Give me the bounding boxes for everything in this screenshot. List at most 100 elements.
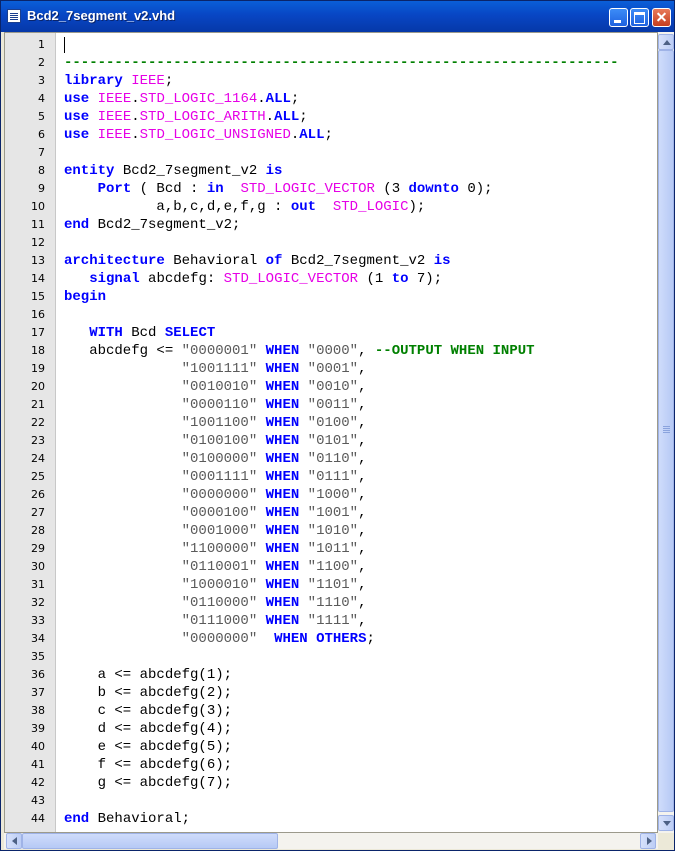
line-number: 6 [38, 128, 45, 141]
line-number: 27 [31, 506, 45, 519]
code-line[interactable]: "0000000" WHEN OTHERS; [64, 630, 657, 648]
scrollbar-corner [658, 833, 674, 849]
line-number: 32 [31, 596, 45, 609]
code-line[interactable] [64, 36, 657, 54]
code-line[interactable] [64, 234, 657, 252]
code-line[interactable]: g <= abcdefg(7); [64, 774, 657, 792]
minimize-button[interactable] [609, 8, 628, 27]
code-token: , [358, 523, 367, 539]
code-line[interactable] [64, 144, 657, 162]
maximize-button[interactable] [630, 8, 649, 27]
code-line[interactable]: begin [64, 288, 657, 306]
code-line[interactable]: use IEEE.STD_LOGIC_UNSIGNED.ALL; [64, 126, 657, 144]
code-line[interactable]: "1100000" WHEN "1011", [64, 540, 657, 558]
code-line[interactable]: "1001100" WHEN "0100", [64, 414, 657, 432]
code-token: WHEN [265, 595, 300, 611]
code-line[interactable]: a,b,c,d,e,f,g : out STD_LOGIC); [64, 198, 657, 216]
code-line[interactable]: signal abcdefg: STD_LOGIC_VECTOR (1 to 7… [64, 270, 657, 288]
line-number: 20 [31, 380, 45, 393]
code-line[interactable]: "0000100" WHEN "1001", [64, 504, 657, 522]
code-line[interactable]: "0001000" WHEN "1010", [64, 522, 657, 540]
code-token: , [358, 487, 367, 503]
line-number: 7 [38, 146, 45, 159]
code-line[interactable]: "1001111" WHEN "0001", [64, 360, 657, 378]
code-line[interactable]: end Bcd2_7segment_v2; [64, 216, 657, 234]
code-token: WHEN [265, 451, 300, 467]
code-line[interactable]: b <= abcdefg(2); [64, 684, 657, 702]
code-line[interactable] [64, 306, 657, 324]
code-line[interactable] [64, 792, 657, 810]
code-line[interactable]: "0110001" WHEN "1100", [64, 558, 657, 576]
code-token: WHEN [265, 505, 300, 521]
code-token: c <= abcdefg(3); [64, 703, 233, 719]
code-line[interactable]: "0010010" WHEN "0010", [64, 378, 657, 396]
scroll-right-button[interactable] [640, 833, 656, 849]
vertical-scroll-thumb[interactable] [658, 50, 674, 812]
code-line[interactable]: "0110000" WHEN "1110", [64, 594, 657, 612]
code-token: "0010010" [181, 379, 258, 395]
code-token: WHEN [265, 541, 300, 557]
code-line[interactable]: "0111000" WHEN "1111", [64, 612, 657, 630]
horizontal-scroll-thumb[interactable] [22, 833, 278, 849]
scroll-down-button[interactable] [658, 815, 674, 831]
code-line[interactable]: "0100100" WHEN "0101", [64, 432, 657, 450]
code-line[interactable]: WITH Bcd SELECT [64, 324, 657, 342]
code-token: , [358, 379, 367, 395]
code-line[interactable]: "1000010" WHEN "1101", [64, 576, 657, 594]
code-line[interactable]: "0000000" WHEN "1000", [64, 486, 657, 504]
vertical-scrollbar[interactable] [658, 32, 674, 833]
code-line[interactable]: "0000110" WHEN "0011", [64, 396, 657, 414]
code-line[interactable] [64, 648, 657, 666]
code-token: , [358, 415, 367, 431]
scroll-up-button[interactable] [658, 34, 674, 50]
code-line[interactable]: use IEEE.STD_LOGIC_1164.ALL; [64, 90, 657, 108]
code-token: "0100100" [181, 433, 258, 449]
code-line[interactable]: end Behavioral; [64, 810, 657, 828]
horizontal-scrollbar[interactable] [4, 833, 658, 849]
code-line[interactable]: d <= abcdefg(4); [64, 720, 657, 738]
arrow-left-icon [8, 837, 17, 845]
code-token: "1001100" [181, 415, 258, 431]
code-token: is [265, 163, 283, 179]
line-number: 10 [31, 200, 45, 213]
code-line[interactable]: architecture Behavioral of Bcd2_7segment… [64, 252, 657, 270]
code-token: Behavioral [164, 253, 266, 269]
code-editor[interactable]: 1 2 3 4 5 6 7 8 9 10 11 12 13 14 15 16 17 18 19 20 21 22 23 24 2… [4, 32, 658, 833]
line-number-gutter: 1 2 3 4 5 6 7 8 9 10 11 12 13 14 15 16 17 18 19 20 21 22 23 24 2… [5, 33, 56, 832]
code-token: , [358, 343, 375, 359]
code-line[interactable]: "0100000" WHEN "0110", [64, 450, 657, 468]
code-token: "0000100" [181, 505, 258, 521]
code-token: "1100" [307, 559, 359, 575]
code-line[interactable]: entity Bcd2_7segment_v2 is [64, 162, 657, 180]
code-line[interactable]: ----------------------------------------… [64, 54, 657, 72]
code-line[interactable]: use IEEE.STD_LOGIC_ARITH.ALL; [64, 108, 657, 126]
code-line[interactable]: f <= abcdefg(6); [64, 756, 657, 774]
code-token: WHEN [265, 613, 300, 629]
close-button[interactable] [652, 8, 671, 27]
code-line[interactable]: e <= abcdefg(5); [64, 738, 657, 756]
code-line[interactable]: abcdefg <= "0000001" WHEN "0000", --OUTP… [64, 342, 657, 360]
code-line[interactable]: Port ( Bcd : in STD_LOGIC_VECTOR (3 down… [64, 180, 657, 198]
title-bar[interactable]: Bcd2_7segment_v2.vhd [1, 1, 674, 32]
scroll-left-button[interactable] [6, 833, 22, 849]
line-number: 5 [38, 110, 45, 123]
code-line[interactable]: "0001111" WHEN "0111", [64, 468, 657, 486]
editor-window: Bcd2_7segment_v2.vhd 1 2 3 4 5 6 7 8 9 10 11 12 13 14… [0, 0, 675, 851]
code-line[interactable]: library IEEE; [64, 72, 657, 90]
code-line[interactable]: a <= abcdefg(1); [64, 666, 657, 684]
code-line[interactable]: c <= abcdefg(3); [64, 702, 657, 720]
